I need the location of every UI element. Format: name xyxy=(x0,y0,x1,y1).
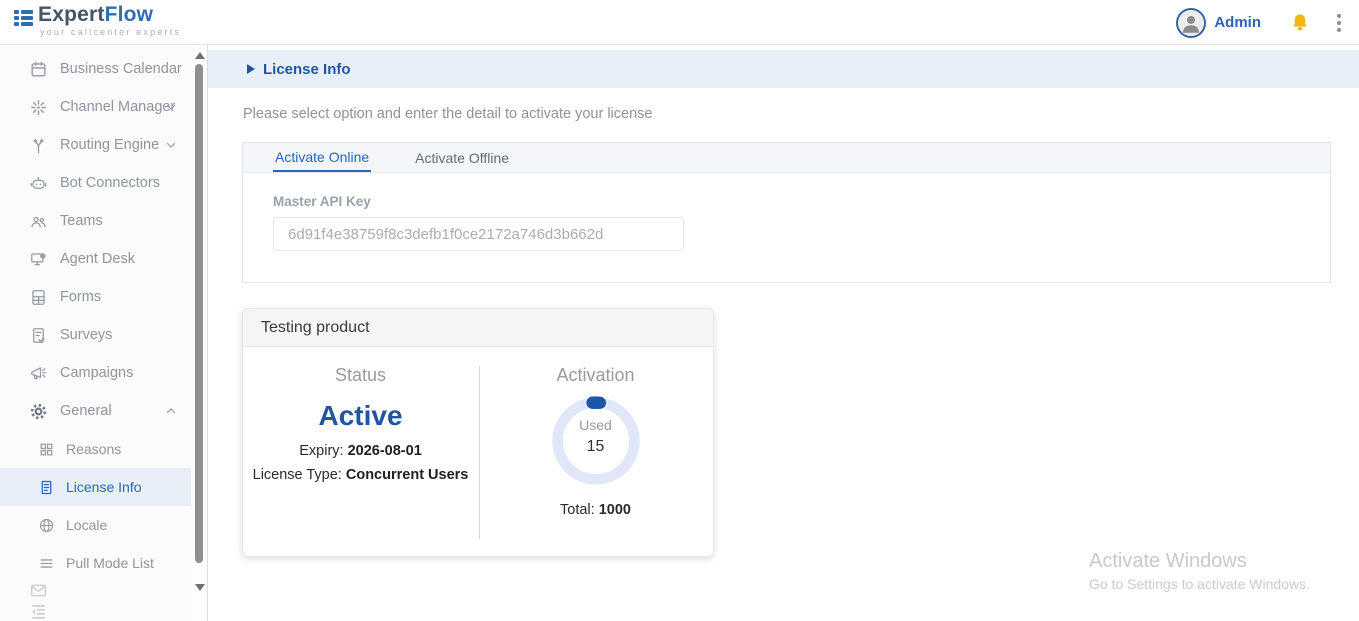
brand-name: ExpertFlow xyxy=(38,4,181,26)
chevron-up-icon xyxy=(165,405,177,417)
sidebar-item-reasons[interactable]: Reasons xyxy=(0,430,191,468)
form-icon xyxy=(28,287,48,307)
testing-product-card: Testing product Status Active Expiry: 20… xyxy=(242,308,714,557)
brand-expert: Expert xyxy=(38,3,105,26)
status-heading: Status xyxy=(335,365,386,386)
sidebar-scrollbar[interactable] xyxy=(192,45,207,621)
used-label: Used xyxy=(548,417,644,433)
robot-icon xyxy=(28,173,48,193)
people-icon xyxy=(28,211,48,231)
page-title-bar: License Info xyxy=(208,50,1359,88)
product-card-title: Testing product xyxy=(243,309,713,347)
indent-list-icon xyxy=(28,602,48,621)
used-value: 15 xyxy=(548,438,644,456)
envelope-icon xyxy=(28,581,48,601)
sidebar-item-teams[interactable]: Teams xyxy=(0,202,191,240)
gear-icon xyxy=(28,401,48,421)
activate-windows-watermark: Activate Windows Go to Settings to activ… xyxy=(1089,550,1310,592)
expertflow-logo: ExpertFlow your callcenter experts xyxy=(14,4,181,37)
sidebar-item-business-calendar[interactable]: Business Calendar xyxy=(0,50,191,88)
top-header: ExpertFlow your callcenter experts Admin xyxy=(0,0,1359,45)
activation-card: Activate Online Activate Offline Master … xyxy=(242,142,1331,283)
expertflow-logo-icon xyxy=(14,10,33,26)
sidebar-item-routing-engine[interactable]: Routing Engine xyxy=(0,126,191,164)
main-content: License Info Please select option and en… xyxy=(208,45,1359,621)
sidebar-item-general[interactable]: General xyxy=(0,392,191,430)
chevron-down-icon xyxy=(165,139,177,151)
license-type-line: License Type: Concurrent Users xyxy=(253,467,469,483)
sidebar-item-locale[interactable]: Locale xyxy=(0,506,191,544)
brand-tagline: your callcenter experts xyxy=(40,27,181,37)
total-value: 1000 xyxy=(599,502,631,518)
instruction-text: Please select option and enter the detai… xyxy=(243,106,652,122)
branch-icon xyxy=(28,135,48,155)
scroll-down-arrow[interactable] xyxy=(195,584,205,591)
calendar-icon xyxy=(28,59,48,79)
agent-desk-icon xyxy=(28,249,48,269)
activation-column: Activation Used 15 Total: 1000 xyxy=(478,347,713,557)
collapse-triangle-icon[interactable] xyxy=(247,64,255,74)
expiry-line: Expiry: 2026-08-01 xyxy=(299,443,422,459)
chevron-down-icon xyxy=(165,101,177,113)
license-type-value: Concurrent Users xyxy=(346,467,468,483)
sidebar-item-surveys[interactable]: Surveys xyxy=(0,316,191,354)
license-doc-icon xyxy=(36,477,56,497)
total-line: Total: 1000 xyxy=(560,502,631,518)
sidebar-item-bot-connectors[interactable]: Bot Connectors xyxy=(0,164,191,202)
expiry-label: Expiry: xyxy=(299,443,343,459)
sidebar-item-agent-desk[interactable]: Agent Desk xyxy=(0,240,191,278)
card-divider xyxy=(479,366,480,539)
sidebar: Business Calendar Channel Manager xyxy=(0,45,208,621)
hub-icon xyxy=(28,97,48,117)
globe-icon xyxy=(36,515,56,535)
tab-strip: Activate Online Activate Offline xyxy=(243,143,1330,173)
master-api-key-label: Master API Key xyxy=(273,194,371,209)
sidebar-item-pull-mode-list[interactable]: Pull Mode List xyxy=(0,544,191,582)
user-menu[interactable]: Admin xyxy=(1214,14,1261,31)
page-title: License Info xyxy=(263,61,351,78)
grid-icon xyxy=(36,439,56,459)
notification-bell-icon[interactable] xyxy=(1289,12,1311,34)
kebab-menu-icon[interactable] xyxy=(1337,14,1341,32)
sidebar-item-license-info[interactable]: License Info xyxy=(0,468,191,506)
person-icon xyxy=(1178,10,1204,36)
watermark-line2: Go to Settings to activate Windows. xyxy=(1089,576,1310,592)
watermark-line1: Activate Windows xyxy=(1089,550,1310,573)
avatar[interactable] xyxy=(1176,8,1206,38)
master-api-key-input[interactable] xyxy=(273,217,684,251)
total-label: Total: xyxy=(560,502,595,518)
list-icon xyxy=(36,553,56,573)
status-value: Active xyxy=(318,400,402,432)
megaphone-icon xyxy=(28,363,48,383)
activation-donut-chart: Used 15 xyxy=(548,393,644,489)
activation-heading: Activation xyxy=(556,365,634,386)
scroll-up-arrow[interactable] xyxy=(195,52,205,59)
sidebar-item-channel-manager[interactable]: Channel Manager xyxy=(0,88,191,126)
tab-activate-offline[interactable]: Activate Offline xyxy=(413,143,511,172)
tab-activate-online[interactable]: Activate Online xyxy=(273,143,371,172)
expiry-value: 2026-08-01 xyxy=(348,443,422,459)
sidebar-item-forms[interactable]: Forms xyxy=(0,278,191,316)
sidebar-item-truncated[interactable] xyxy=(0,582,191,620)
sidebar-item-campaigns[interactable]: Campaigns xyxy=(0,354,191,392)
brand-flow: Flow xyxy=(105,3,154,26)
license-type-label: License Type: xyxy=(253,467,342,483)
status-column: Status Active Expiry: 2026-08-01 License… xyxy=(243,347,478,557)
survey-icon xyxy=(28,325,48,345)
scrollbar-thumb[interactable] xyxy=(195,64,203,563)
